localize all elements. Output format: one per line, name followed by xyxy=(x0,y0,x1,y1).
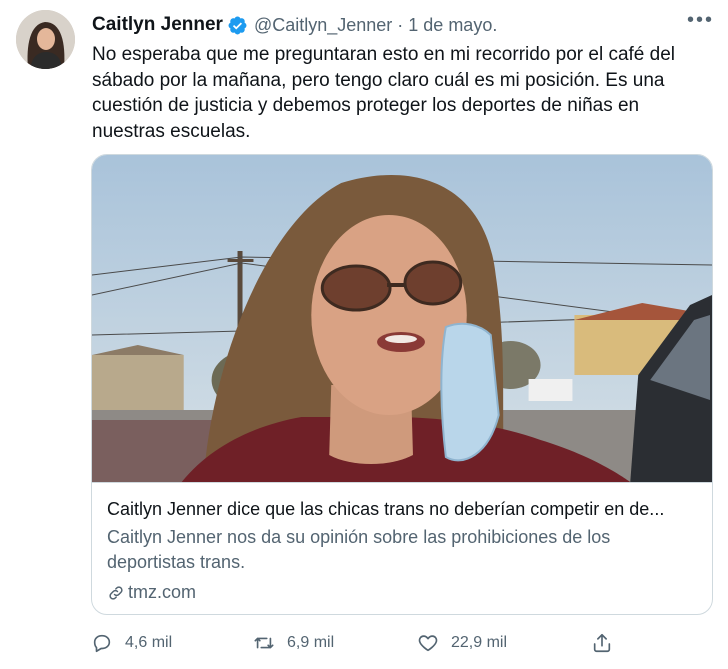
author-name[interactable]: Caitlyn Jenner xyxy=(92,14,223,36)
author-handle[interactable]: @Caitlyn_Jenner xyxy=(254,15,392,36)
tweet-actions: 4,6 mil 6,9 mil 22,9 mil xyxy=(91,630,631,656)
avatar[interactable] xyxy=(16,10,75,69)
share-button[interactable] xyxy=(591,630,613,656)
link-icon xyxy=(109,585,123,600)
retweet-icon xyxy=(254,637,274,649)
tweet-date[interactable]: 1 de mayo. xyxy=(408,15,497,36)
verified-badge-icon xyxy=(228,16,247,34)
like-count: 22,9 mil xyxy=(451,634,508,651)
tweet-text: No esperaba que me preguntaran esto en m… xyxy=(92,44,676,142)
reply-button[interactable]: 4,6 mil xyxy=(91,630,172,656)
like-button[interactable]: 22,9 mil xyxy=(417,630,507,656)
card-domain[interactable]: tmz.com xyxy=(107,582,697,603)
card-domain-text: tmz.com xyxy=(128,582,197,602)
retweet-count: 6,9 mil xyxy=(287,634,335,651)
link-card[interactable]: Caitlyn Jenner dice que las chicas trans… xyxy=(91,154,713,615)
card-title[interactable]: Caitlyn Jenner dice que las chicas trans… xyxy=(107,497,697,521)
share-icon xyxy=(593,633,611,653)
heart-icon xyxy=(418,635,438,652)
retweet-button[interactable]: 6,9 mil xyxy=(253,630,334,656)
card-body[interactable]: Caitlyn Jenner dice que las chicas trans… xyxy=(92,482,712,614)
more-icon[interactable]: ••• xyxy=(687,9,714,32)
card-image[interactable] xyxy=(92,155,712,482)
card-description: Caitlyn Jenner nos da su opinión sobre l… xyxy=(107,527,611,572)
reply-icon xyxy=(93,634,111,653)
reply-count: 4,6 mil xyxy=(125,634,173,651)
tweet-header: Caitlyn Jenner @Caitlyn_Jenner · 1 de ma… xyxy=(92,9,714,37)
separator-dot: · xyxy=(397,14,404,35)
